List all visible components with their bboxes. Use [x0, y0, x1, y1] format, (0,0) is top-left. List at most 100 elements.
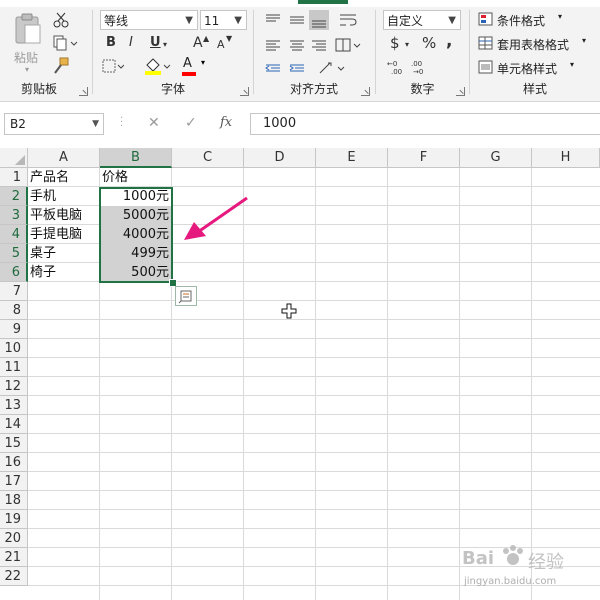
comma-style-button[interactable]: ,	[446, 33, 452, 50]
border-icon[interactable]	[102, 59, 124, 75]
font-dialog-launcher-icon[interactable]	[240, 87, 249, 96]
row-header-20[interactable]: 20	[0, 529, 28, 548]
row-header-7[interactable]: 7	[0, 282, 28, 301]
cell-a2[interactable]: 手机	[30, 187, 170, 206]
enter-icon[interactable]: ✓	[185, 115, 197, 131]
gridline	[28, 490, 600, 491]
column-header-g[interactable]: G	[460, 148, 532, 168]
format-as-table-button[interactable]: 套用表格格式 ▾	[478, 35, 598, 53]
font-group-label: 字体	[160, 82, 185, 96]
number-format-dropdown[interactable]: 自定义 ▼	[383, 10, 461, 30]
middle-align-icon[interactable]	[290, 16, 304, 24]
cut-icon[interactable]	[52, 11, 70, 29]
cancel-icon[interactable]: ✕	[148, 115, 160, 131]
cell-a5[interactable]: 桌子	[30, 244, 170, 263]
row-header-10[interactable]: 10	[0, 339, 28, 358]
wrap-text-icon[interactable]	[340, 14, 357, 26]
shrink-font-button[interactable]: A	[217, 37, 225, 53]
row-header-12[interactable]: 12	[0, 377, 28, 396]
align-right-icon[interactable]	[312, 40, 326, 51]
top-align-icon[interactable]	[266, 14, 280, 22]
decrease-decimal-icon[interactable]: .00→0	[409, 58, 431, 76]
row-header-2[interactable]: 2	[0, 187, 28, 206]
chevron-down-icon[interactable]: ▾	[163, 37, 167, 53]
conditional-formatting-label: 条件格式	[497, 14, 546, 28]
currency-button[interactable]: $	[390, 35, 400, 51]
cell-b1[interactable]: 价格	[102, 168, 242, 187]
font-color-button[interactable]: A ▾	[181, 56, 209, 76]
watermark-jingyan: 经验	[528, 552, 564, 573]
conditional-formatting-button[interactable]: 条件格式 ▾	[478, 11, 598, 29]
cell-styles-button[interactable]: 单元格样式 ▾	[478, 59, 598, 77]
insert-function-button[interactable]: fx	[220, 115, 232, 130]
quick-analysis-button[interactable]	[175, 286, 197, 306]
row-header-14[interactable]: 14	[0, 415, 28, 434]
row-header-9[interactable]: 9	[0, 320, 28, 339]
row-header-22[interactable]: 22	[0, 567, 28, 586]
font-size-dropdown[interactable]: 11 ▼	[200, 10, 247, 30]
align-center-icon[interactable]	[290, 40, 304, 51]
gridline	[28, 452, 600, 453]
column-header-d[interactable]: D	[244, 148, 316, 168]
row-header-11[interactable]: 11	[0, 358, 28, 377]
cell-a3[interactable]: 平板电脑	[30, 206, 170, 225]
svg-text:←0: ←0	[387, 60, 397, 68]
bold-button[interactable]: B	[106, 35, 116, 51]
format-painter-icon[interactable]	[52, 57, 70, 75]
gridline	[459, 168, 460, 600]
row-header-8[interactable]: 8	[0, 301, 28, 320]
align-left-icon[interactable]	[266, 40, 280, 51]
svg-text:.00: .00	[391, 68, 402, 76]
row-header-5[interactable]: 5	[0, 244, 28, 263]
alignment-group-label: 对齐方式	[289, 82, 338, 96]
row-header-4[interactable]: 4	[0, 225, 28, 244]
number-dialog-launcher-icon[interactable]	[456, 87, 465, 96]
row-header-17[interactable]: 17	[0, 472, 28, 491]
gridline	[28, 357, 600, 358]
number-group: 自定义 ▼ $ ▾ % , ←0.00 .00 →0 数字	[376, 7, 469, 101]
column-header-a[interactable]: A	[28, 148, 100, 168]
row-header-18[interactable]: 18	[0, 491, 28, 510]
watermark-url: jingyan.baidu.com	[464, 576, 557, 587]
paste-button[interactable]: 粘贴 ▾	[8, 11, 48, 74]
row-header-1[interactable]: 1	[0, 168, 28, 187]
copy-icon[interactable]	[52, 35, 78, 51]
chevron-down-icon[interactable]: ▾	[405, 37, 409, 53]
gridline	[28, 395, 600, 396]
alignment-dialog-launcher-icon[interactable]	[361, 87, 370, 96]
font-name-dropdown[interactable]: 等线 ▼	[100, 10, 198, 30]
increase-decimal-icon[interactable]: ←0.00	[385, 58, 407, 76]
gridline	[28, 433, 600, 434]
fill-color-icon[interactable]	[143, 56, 171, 76]
clipboard-dialog-launcher-icon[interactable]	[79, 87, 88, 96]
column-header-f[interactable]: F	[388, 148, 460, 168]
cell-a6[interactable]: 椅子	[30, 263, 170, 282]
cell-a4[interactable]: 手提电脑	[30, 225, 170, 244]
grow-font-button[interactable]: A	[193, 35, 203, 51]
decrease-indent-icon[interactable]	[265, 64, 280, 72]
column-header-c[interactable]: C	[172, 148, 244, 168]
underline-button[interactable]: U	[150, 35, 161, 51]
chevron-down-icon: ▾	[582, 36, 587, 45]
column-header-b[interactable]: B	[100, 148, 172, 168]
increase-arrow-icon: ▲	[203, 34, 210, 43]
row-header-15[interactable]: 15	[0, 434, 28, 453]
row-header-19[interactable]: 19	[0, 510, 28, 529]
merge-center-icon[interactable]	[335, 38, 361, 52]
row-header-21[interactable]: 21	[0, 548, 28, 567]
increase-indent-icon[interactable]	[289, 64, 304, 72]
select-all-button[interactable]	[0, 148, 28, 168]
row-header-13[interactable]: 13	[0, 396, 28, 415]
row-header-16[interactable]: 16	[0, 453, 28, 472]
row-header-3[interactable]: 3	[0, 206, 28, 225]
name-box[interactable]: B2 ▼	[4, 113, 104, 135]
number-format-value: 自定义	[387, 14, 424, 28]
orientation-icon[interactable]	[319, 62, 345, 74]
formula-input[interactable]: 1000	[250, 113, 600, 135]
watermark-brand: Bai	[462, 548, 495, 569]
row-header-6[interactable]: 6	[0, 263, 28, 282]
percent-button[interactable]: %	[422, 35, 436, 51]
column-header-e[interactable]: E	[316, 148, 388, 168]
italic-button[interactable]: I	[129, 35, 133, 51]
column-header-h[interactable]: H	[532, 148, 600, 168]
